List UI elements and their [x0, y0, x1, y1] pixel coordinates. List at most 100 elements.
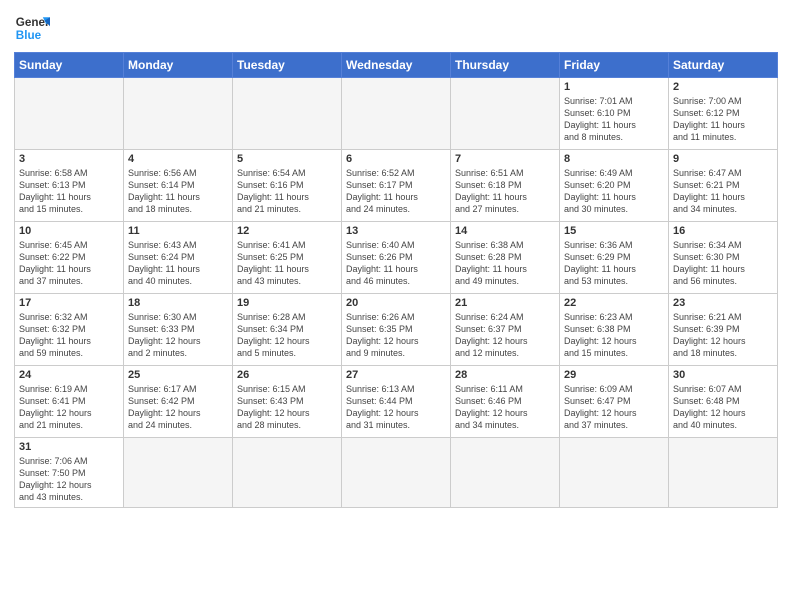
calendar-cell: 16 Sunrise: 6:34 AM Sunset: 6:30 PM Dayli…	[669, 222, 778, 294]
weekday-header-row: SundayMondayTuesdayWednesdayThursdayFrid…	[15, 53, 778, 78]
day-info: Sunrise: 6:19 AM Sunset: 6:41 PM Dayligh…	[19, 383, 119, 432]
day-info: Sunrise: 6:49 AM Sunset: 6:20 PM Dayligh…	[564, 167, 664, 216]
header-area: General Blue	[14, 10, 778, 46]
day-number: 19	[237, 297, 337, 309]
calendar-cell: 27 Sunrise: 6:13 AM Sunset: 6:44 PM Dayli…	[342, 366, 451, 438]
logo: General Blue	[14, 10, 50, 46]
day-number: 7	[455, 153, 555, 165]
calendar-cell: 18 Sunrise: 6:30 AM Sunset: 6:33 PM Dayli…	[124, 294, 233, 366]
calendar-cell	[451, 438, 560, 508]
calendar-week-row: 31 Sunrise: 7:06 AM Sunset: 7:50 PM Dayli…	[15, 438, 778, 508]
day-number: 26	[237, 369, 337, 381]
calendar-cell	[233, 438, 342, 508]
calendar-cell: 20Sunrise: 6:26 AM Sunset: 6:35 PM Dayli…	[342, 294, 451, 366]
day-info: Sunrise: 6:38 AM Sunset: 6:28 PM Dayligh…	[455, 239, 555, 288]
calendar-cell: 15 Sunrise: 6:36 AM Sunset: 6:29 PM Dayli…	[560, 222, 669, 294]
calendar-cell: 7Sunrise: 6:51 AM Sunset: 6:18 PM Daylig…	[451, 150, 560, 222]
day-info: Sunrise: 6:56 AM Sunset: 6:14 PM Dayligh…	[128, 167, 228, 216]
calendar-cell: 24Sunrise: 6:19 AM Sunset: 6:41 PM Dayli…	[15, 366, 124, 438]
weekday-header-wednesday: Wednesday	[342, 53, 451, 78]
day-info: Sunrise: 7:06 AM Sunset: 7:50 PM Dayligh…	[19, 455, 119, 504]
day-number: 13	[346, 225, 446, 237]
day-info: Sunrise: 6:13 AM Sunset: 6:44 PM Dayligh…	[346, 383, 446, 432]
day-info: Sunrise: 6:21 AM Sunset: 6:39 PM Dayligh…	[673, 311, 773, 360]
day-info: Sunrise: 6:26 AM Sunset: 6:35 PM Dayligh…	[346, 311, 446, 360]
calendar-cell	[342, 438, 451, 508]
calendar-cell	[669, 438, 778, 508]
day-info: Sunrise: 6:15 AM Sunset: 6:43 PM Dayligh…	[237, 383, 337, 432]
day-number: 2	[673, 81, 773, 93]
calendar-cell: 28Sunrise: 6:11 AM Sunset: 6:46 PM Dayli…	[451, 366, 560, 438]
calendar-cell	[15, 78, 124, 150]
calendar-cell: 21Sunrise: 6:24 AM Sunset: 6:37 PM Dayli…	[451, 294, 560, 366]
calendar-cell: 31 Sunrise: 7:06 AM Sunset: 7:50 PM Dayli…	[15, 438, 124, 508]
calendar-cell: 3Sunrise: 6:58 AM Sunset: 6:13 PM Daylig…	[15, 150, 124, 222]
svg-text:Blue: Blue	[16, 29, 42, 42]
calendar-cell: 30Sunrise: 6:07 AM Sunset: 6:48 PM Dayli…	[669, 366, 778, 438]
day-number: 25	[128, 369, 228, 381]
day-number: 17	[19, 297, 119, 309]
day-number: 23	[673, 297, 773, 309]
day-info: Sunrise: 6:30 AM Sunset: 6:33 PM Dayligh…	[128, 311, 228, 360]
calendar-week-row: 17 Sunrise: 6:32 AM Sunset: 6:32 PM Dayli…	[15, 294, 778, 366]
calendar-cell: 22 Sunrise: 6:23 AM Sunset: 6:38 PM Dayli…	[560, 294, 669, 366]
day-info: Sunrise: 6:41 AM Sunset: 6:25 PM Dayligh…	[237, 239, 337, 288]
day-number: 5	[237, 153, 337, 165]
calendar-cell: 11 Sunrise: 6:43 AM Sunset: 6:24 PM Dayli…	[124, 222, 233, 294]
day-info: Sunrise: 6:40 AM Sunset: 6:26 PM Dayligh…	[346, 239, 446, 288]
calendar-cell: 4 Sunrise: 6:56 AM Sunset: 6:14 PM Daylig…	[124, 150, 233, 222]
day-number: 9	[673, 153, 773, 165]
weekday-header-saturday: Saturday	[669, 53, 778, 78]
weekday-header-thursday: Thursday	[451, 53, 560, 78]
day-number: 6	[346, 153, 446, 165]
calendar-cell: 14Sunrise: 6:38 AM Sunset: 6:28 PM Dayli…	[451, 222, 560, 294]
day-number: 18	[128, 297, 228, 309]
day-info: Sunrise: 6:28 AM Sunset: 6:34 PM Dayligh…	[237, 311, 337, 360]
day-number: 27	[346, 369, 446, 381]
day-number: 31	[19, 441, 119, 453]
day-info: Sunrise: 6:36 AM Sunset: 6:29 PM Dayligh…	[564, 239, 664, 288]
calendar-table: SundayMondayTuesdayWednesdayThursdayFrid…	[14, 52, 778, 508]
day-info: Sunrise: 6:07 AM Sunset: 6:48 PM Dayligh…	[673, 383, 773, 432]
calendar-cell: 23 Sunrise: 6:21 AM Sunset: 6:39 PM Dayli…	[669, 294, 778, 366]
calendar-cell: 9 Sunrise: 6:47 AM Sunset: 6:21 PM Daylig…	[669, 150, 778, 222]
day-number: 21	[455, 297, 555, 309]
calendar-cell: 2 Sunrise: 7:00 AM Sunset: 6:12 PM Daylig…	[669, 78, 778, 150]
calendar-cell	[451, 78, 560, 150]
weekday-header-sunday: Sunday	[15, 53, 124, 78]
calendar-week-row: 3Sunrise: 6:58 AM Sunset: 6:13 PM Daylig…	[15, 150, 778, 222]
day-number: 28	[455, 369, 555, 381]
calendar-cell	[233, 78, 342, 150]
day-info: Sunrise: 6:34 AM Sunset: 6:30 PM Dayligh…	[673, 239, 773, 288]
day-info: Sunrise: 6:54 AM Sunset: 6:16 PM Dayligh…	[237, 167, 337, 216]
calendar-week-row: 1Sunrise: 7:01 AM Sunset: 6:10 PM Daylig…	[15, 78, 778, 150]
day-number: 29	[564, 369, 664, 381]
weekday-header-tuesday: Tuesday	[233, 53, 342, 78]
day-number: 10	[19, 225, 119, 237]
calendar-cell: 26 Sunrise: 6:15 AM Sunset: 6:43 PM Dayli…	[233, 366, 342, 438]
day-number: 11	[128, 225, 228, 237]
day-info: Sunrise: 6:43 AM Sunset: 6:24 PM Dayligh…	[128, 239, 228, 288]
day-number: 15	[564, 225, 664, 237]
calendar-cell	[124, 78, 233, 150]
day-info: Sunrise: 6:58 AM Sunset: 6:13 PM Dayligh…	[19, 167, 119, 216]
day-info: Sunrise: 6:23 AM Sunset: 6:38 PM Dayligh…	[564, 311, 664, 360]
day-info: Sunrise: 6:52 AM Sunset: 6:17 PM Dayligh…	[346, 167, 446, 216]
day-number: 12	[237, 225, 337, 237]
day-number: 22	[564, 297, 664, 309]
calendar-cell: 8 Sunrise: 6:49 AM Sunset: 6:20 PM Daylig…	[560, 150, 669, 222]
logo-icon: General Blue	[14, 10, 50, 46]
calendar-cell: 5 Sunrise: 6:54 AM Sunset: 6:16 PM Daylig…	[233, 150, 342, 222]
day-info: Sunrise: 6:47 AM Sunset: 6:21 PM Dayligh…	[673, 167, 773, 216]
calendar-week-row: 24Sunrise: 6:19 AM Sunset: 6:41 PM Dayli…	[15, 366, 778, 438]
calendar-cell: 25Sunrise: 6:17 AM Sunset: 6:42 PM Dayli…	[124, 366, 233, 438]
calendar-cell: 12 Sunrise: 6:41 AM Sunset: 6:25 PM Dayli…	[233, 222, 342, 294]
weekday-header-monday: Monday	[124, 53, 233, 78]
page: General Blue SundayMondayTuesdayWednesda…	[0, 0, 792, 612]
day-number: 8	[564, 153, 664, 165]
day-info: Sunrise: 6:09 AM Sunset: 6:47 PM Dayligh…	[564, 383, 664, 432]
day-number: 16	[673, 225, 773, 237]
day-number: 4	[128, 153, 228, 165]
day-info: Sunrise: 7:00 AM Sunset: 6:12 PM Dayligh…	[673, 95, 773, 144]
day-info: Sunrise: 6:32 AM Sunset: 6:32 PM Dayligh…	[19, 311, 119, 360]
